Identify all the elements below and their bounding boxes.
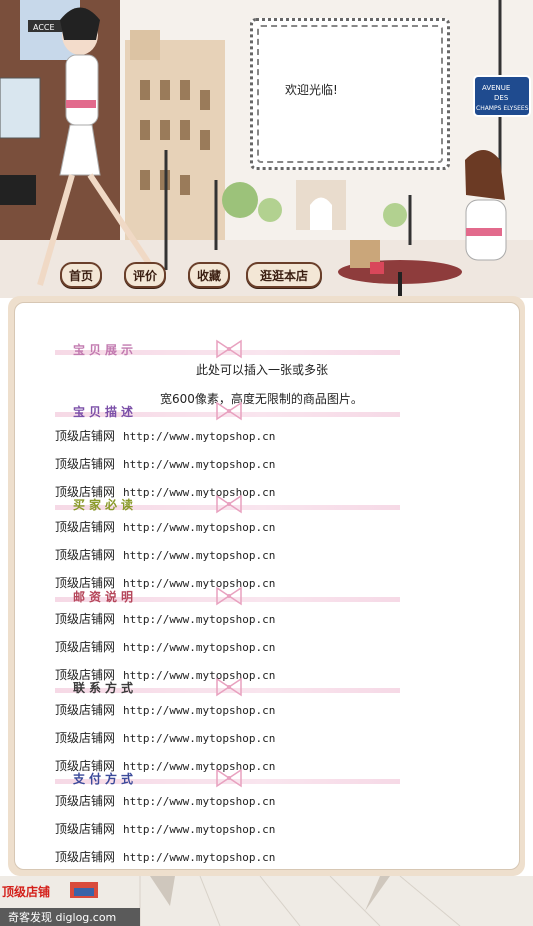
shop-url-link[interactable]: http://www.mytopshop.cn: [123, 851, 275, 864]
shop-name: 顶级店铺网: [55, 731, 116, 745]
list-item: 顶级店铺网 http://www.mytopshop.cn: [55, 701, 275, 718]
list-item: 顶级店铺网 http://www.mytopshop.cn: [55, 792, 275, 809]
shop-name: 顶级店铺网: [55, 612, 116, 626]
shop-url-link[interactable]: http://www.mytopshop.cn: [123, 521, 275, 534]
shop-url-link[interactable]: http://www.mytopshop.cn: [123, 732, 275, 745]
nav-home-button[interactable]: 首页: [60, 262, 102, 288]
nav-reviews-button[interactable]: 评价: [124, 262, 166, 288]
list-item: 顶级店铺网 http://www.mytopshop.cn: [55, 546, 275, 563]
shop-url-link[interactable]: http://www.mytopshop.cn: [123, 577, 275, 590]
shop-url-link[interactable]: http://www.mytopshop.cn: [123, 704, 275, 717]
section-header-contact: 联系方式: [55, 677, 400, 697]
shop-name: 顶级店铺网: [55, 794, 116, 808]
street-sign-line-3: CHAMPS ELYSEES: [476, 105, 529, 112]
shop-url-link[interactable]: http://www.mytopshop.cn: [123, 760, 275, 773]
intro-line-2: 宽600像素，高度无限制的商品图片。: [160, 392, 363, 406]
shop-url-link[interactable]: http://www.mytopshop.cn: [123, 823, 275, 836]
ribbon-bow-icon: [216, 494, 242, 514]
shop-name: 顶级店铺网: [55, 457, 116, 471]
list-item: 顶级店铺网 http://www.mytopshop.cn: [55, 455, 275, 472]
shop-name: 顶级店铺网: [55, 822, 116, 836]
shop-name: 顶级店铺网: [55, 429, 116, 443]
header-banner: ACCE AVENUE DES CHAMPS ELYSEES 欢迎光临! 首页 …: [0, 0, 533, 298]
shop-url-link[interactable]: http://www.mytopshop.cn: [123, 486, 275, 499]
nav-browse-store-button[interactable]: 逛逛本店: [246, 262, 322, 288]
shop-url-link[interactable]: http://www.mytopshop.cn: [123, 613, 275, 626]
shop-name: 顶级店铺网: [55, 520, 116, 534]
intro-line-1: 此处可以插入一张或多张: [196, 363, 329, 377]
shop-url-link[interactable]: http://www.mytopshop.cn: [123, 430, 275, 443]
shop-url-link[interactable]: http://www.mytopshop.cn: [123, 669, 275, 682]
ribbon-bow-icon: [216, 339, 242, 359]
list-item: 顶级店铺网 http://www.mytopshop.cn: [55, 848, 275, 865]
street-sign-line-1: AVENUE: [482, 84, 510, 92]
ribbon-bow-icon: [216, 586, 242, 606]
section-title: 宝贝展示: [73, 343, 138, 357]
list-item: 顶级店铺网 http://www.mytopshop.cn: [55, 729, 275, 746]
ribbon-bow-icon: [216, 401, 242, 421]
shop-url-link[interactable]: http://www.mytopshop.cn: [123, 641, 275, 654]
ribbon-bow-icon: [216, 768, 242, 788]
list-item: 顶级店铺网 http://www.mytopshop.cn: [55, 820, 275, 837]
shop-url-link[interactable]: http://www.mytopshop.cn: [123, 795, 275, 808]
welcome-frame: 欢迎光临!: [250, 18, 450, 170]
list-item: 顶级店铺网 http://www.mytopshop.cn: [55, 638, 275, 655]
shop-name: 顶级店铺网: [55, 640, 116, 654]
list-item: 顶级店铺网 http://www.mytopshop.cn: [55, 427, 275, 444]
section-header-product-display: 宝贝展示: [55, 339, 400, 359]
list-item: 顶级店铺网 http://www.mytopshop.cn: [55, 610, 275, 627]
street-sign-line-2: DES: [494, 94, 509, 102]
section-title: 邮资说明: [73, 590, 138, 604]
section-title: 支付方式: [73, 772, 138, 786]
section-header-buyer-notice: 买家必读: [55, 494, 400, 514]
shop-name: 顶级店铺网: [55, 850, 116, 864]
shop-name: 顶级店铺网: [55, 703, 116, 717]
shop-sign: ACCE: [33, 23, 55, 32]
ribbon-bow-icon: [216, 677, 242, 697]
nav-favorite-button[interactable]: 收藏: [188, 262, 230, 288]
shop-logo[interactable]: 顶级店铺: [2, 882, 50, 900]
section-title: 宝贝描述: [73, 405, 138, 419]
list-item: 顶级店铺网 http://www.mytopshop.cn: [55, 518, 275, 535]
shop-url-link[interactable]: http://www.mytopshop.cn: [123, 458, 275, 471]
shop-url-link[interactable]: http://www.mytopshop.cn: [123, 549, 275, 562]
welcome-text: 欢迎光临!: [285, 83, 338, 97]
section-title: 买家必读: [73, 498, 138, 512]
shop-name: 顶级店铺网: [55, 548, 116, 562]
watermark: 奇客发现 diglog.com: [0, 908, 140, 926]
section-header-product-description: 宝贝描述: [55, 401, 400, 421]
section-header-payment: 支付方式: [55, 768, 400, 788]
section-header-shipping: 邮资说明: [55, 586, 400, 606]
section-title: 联系方式: [73, 681, 138, 695]
logo-text: 顶级店铺: [2, 884, 51, 899]
